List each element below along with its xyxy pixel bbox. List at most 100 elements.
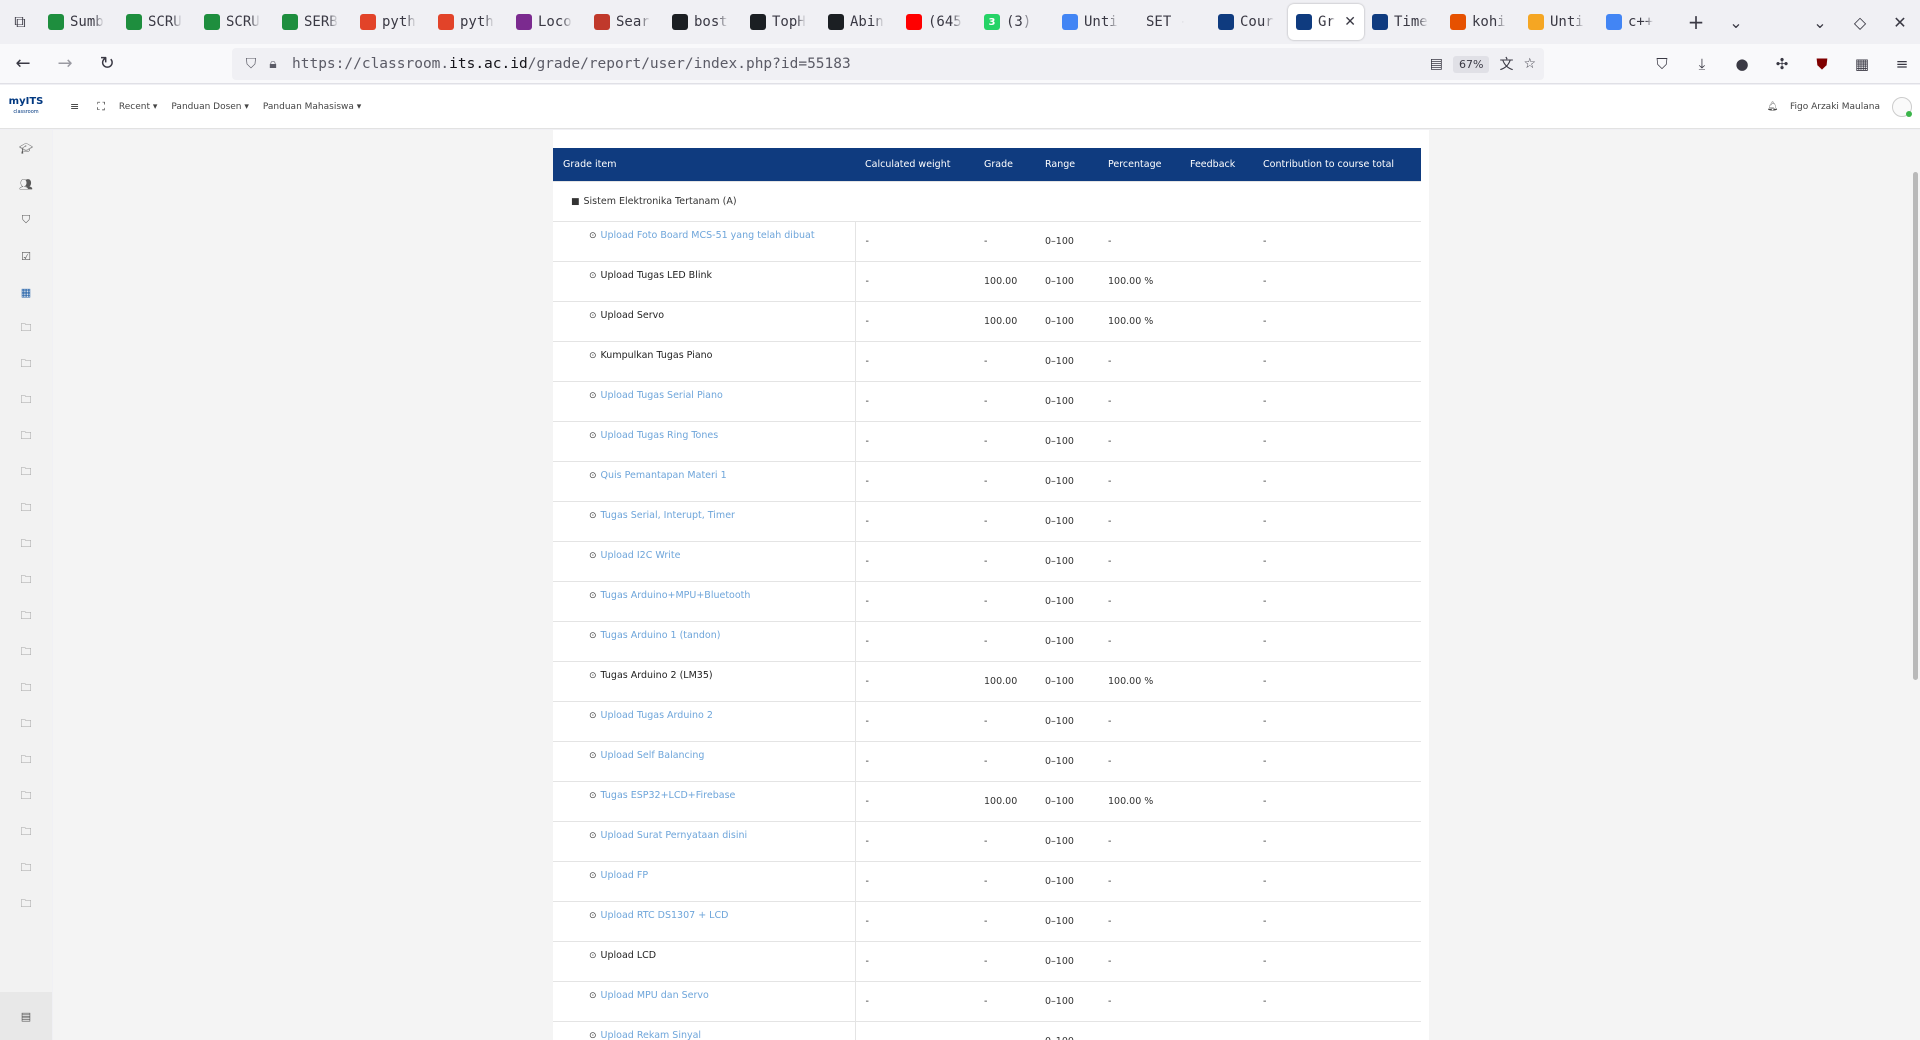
menu-panduan-dosen[interactable]: Panduan Dosen ▾ xyxy=(171,102,248,112)
grade-item-link[interactable]: Upload MPU dan Servo xyxy=(601,990,709,1001)
folder-icon[interactable]: 🗀 xyxy=(0,742,52,778)
folder-icon[interactable]: 🗀 xyxy=(0,454,52,490)
browser-tab[interactable]: Unti xyxy=(1054,4,1132,40)
lock-icon[interactable]: 🔒︎ xyxy=(262,56,284,72)
folder-icon[interactable]: 🗀 xyxy=(0,886,52,922)
menu-recent[interactable]: Recent ▾ xyxy=(119,102,157,112)
zoom-level[interactable]: 67% xyxy=(1452,55,1490,73)
drawer-toggle-icon[interactable]: ≡ xyxy=(70,100,79,113)
browser-tab[interactable]: Abin xyxy=(820,4,898,40)
browser-tab[interactable]: (645 xyxy=(898,4,976,40)
browser-tab[interactable]: pyth xyxy=(430,4,508,40)
browser-tab[interactable]: Gr ✕ xyxy=(1288,4,1364,40)
browser-tab[interactable]: Cour xyxy=(1210,4,1288,40)
assignment-icon: ⊙ xyxy=(589,310,597,321)
new-tab-icon[interactable]: + xyxy=(1676,0,1716,44)
shield-icon[interactable]: ⛉ xyxy=(240,56,262,72)
grade-item-link[interactable]: Quis Pemantapan Materi 1 xyxy=(601,470,727,481)
browser-tab[interactable]: Unti xyxy=(1520,4,1598,40)
notification-bell-icon[interactable]: 🔔︎ xyxy=(1767,102,1778,112)
grade-item-link[interactable]: Tugas Serial, Interupt, Timer xyxy=(601,510,735,521)
folder-icon[interactable]: 🗀 xyxy=(0,706,52,742)
participants-icon[interactable]: 👥︎ xyxy=(0,166,52,202)
browser-tab[interactable]: SCRU xyxy=(118,4,196,40)
grades-icon[interactable]: ▦ xyxy=(0,274,52,310)
grade-item-link[interactable]: Tugas Arduino+MPU+Bluetooth xyxy=(601,590,751,601)
browser-tab[interactable]: bost xyxy=(664,4,742,40)
extensions-icon[interactable]: ✣ xyxy=(1764,48,1800,80)
reader-view-icon[interactable]: ▤ xyxy=(1430,56,1443,72)
grade-item-link[interactable]: Tugas Arduino 1 (tandon) xyxy=(601,630,721,641)
grade-item-link[interactable]: Tugas ESP32+LCD+Firebase xyxy=(601,790,736,801)
browser-tab[interactable]: pyth xyxy=(352,4,430,40)
browser-tab[interactable]: Loco xyxy=(508,4,586,40)
grade-item-link[interactable]: Upload Surat Pernyataan disini xyxy=(601,830,748,841)
reload-icon[interactable]: ↻ xyxy=(88,48,126,80)
browser-tab[interactable]: c++ xyxy=(1598,4,1676,40)
folder-icon[interactable]: 🗀 xyxy=(0,634,52,670)
browser-tab[interactable]: SET - S xyxy=(1132,4,1210,40)
grade-item-link[interactable]: Upload RTC DS1307 + LCD xyxy=(601,910,729,921)
folder-icon[interactable]: 🗀 xyxy=(0,670,52,706)
bookmark-star-icon[interactable]: ☆ xyxy=(1523,56,1536,72)
folder-icon[interactable]: 🗀 xyxy=(0,778,52,814)
dashboard-icon[interactable]: ▤ xyxy=(0,992,52,1040)
forward-icon[interactable]: → xyxy=(46,48,84,80)
grade-item-link[interactable]: Upload Foto Board MCS-51 yang telah dibu… xyxy=(601,230,815,241)
tab-overview-icon[interactable]: ⧉ xyxy=(0,0,40,44)
course-icon[interactable]: 🎓︎ xyxy=(0,130,52,166)
menu-icon[interactable]: ≡ xyxy=(1884,48,1920,80)
folder-icon[interactable]: 🗀 xyxy=(0,310,52,346)
grade-item-link[interactable]: Upload Tugas Serial Piano xyxy=(601,390,723,401)
browser-tab[interactable]: Sear xyxy=(586,4,664,40)
grade-item-link[interactable]: Upload FP xyxy=(601,870,649,881)
download-icon[interactable]: ⤓ xyxy=(1684,48,1720,80)
app-logo[interactable]: myITS classroom xyxy=(0,96,52,117)
translate-icon[interactable]: 文 xyxy=(1499,54,1513,74)
grade-item-link[interactable]: Upload Self Balancing xyxy=(601,750,705,761)
avatar[interactable] xyxy=(1892,96,1912,117)
browser-tab[interactable]: kohi xyxy=(1442,4,1520,40)
browser-tab[interactable]: 3 (3) xyxy=(976,4,1054,40)
competencies-icon[interactable]: ☑ xyxy=(0,238,52,274)
url-bar[interactable]: ⛉ 🔒︎ https://classroom.its.ac.id/grade/r… xyxy=(232,48,1544,80)
close-tab-icon[interactable]: ✕ xyxy=(1344,14,1356,30)
browser-tab[interactable]: SERB xyxy=(274,4,352,40)
back-icon[interactable]: ← xyxy=(4,48,42,80)
folder-icon[interactable]: 🗀 xyxy=(0,418,52,454)
profile-icon[interactable]: ● xyxy=(1724,48,1760,80)
user-name[interactable]: Figo Arzaki Maulana xyxy=(1790,102,1880,112)
page-scrollbar[interactable] xyxy=(1912,130,1920,1040)
grade-item-link[interactable]: Upload Rekam Sinyal xyxy=(601,1030,702,1040)
badges-icon[interactable]: ⛉ xyxy=(0,202,52,238)
browser-tab[interactable]: Sumb xyxy=(40,4,118,40)
grade-cell: - xyxy=(974,900,1035,941)
folder-icon[interactable]: 🗀 xyxy=(0,850,52,886)
qr-extension-icon[interactable]: ▦ xyxy=(1844,48,1880,80)
restore-icon[interactable]: ◇ xyxy=(1840,0,1880,44)
grade-item-link[interactable]: Upload I2C Write xyxy=(601,550,681,561)
minimize-icon[interactable]: ⌄ xyxy=(1800,0,1840,44)
folder-icon[interactable]: 🗀 xyxy=(0,490,52,526)
url-text[interactable]: https://classroom.its.ac.id/grade/report… xyxy=(292,56,851,72)
browser-tab[interactable]: Time xyxy=(1364,4,1442,40)
browser-tab[interactable]: TopH xyxy=(742,4,820,40)
grade-item-link[interactable]: Upload Tugas Ring Tones xyxy=(601,430,719,441)
pocket-icon[interactable]: ⛉ xyxy=(1644,48,1680,80)
percentage-cell: - xyxy=(1098,980,1180,1021)
grade-item-link[interactable]: Upload Tugas Arduino 2 xyxy=(601,710,713,721)
close-window-icon[interactable]: ✕ xyxy=(1880,0,1920,44)
browser-tab[interactable]: SCRU xyxy=(196,4,274,40)
folder-icon[interactable]: 🗀 xyxy=(0,562,52,598)
ublock-icon[interactable]: ⛊ xyxy=(1804,48,1840,80)
folder-icon[interactable]: 🗀 xyxy=(0,346,52,382)
chevron-down-icon[interactable]: ⌄ xyxy=(1716,0,1756,44)
scrollbar-thumb[interactable] xyxy=(1913,172,1918,680)
folder-icon[interactable]: 🗀 xyxy=(0,814,52,850)
grade-cell: - xyxy=(974,700,1035,741)
folder-icon[interactable]: 🗀 xyxy=(0,598,52,634)
folder-icon[interactable]: 🗀 xyxy=(0,382,52,418)
fullscreen-icon[interactable]: ⛶ xyxy=(97,100,105,114)
folder-icon[interactable]: 🗀 xyxy=(0,526,52,562)
menu-panduan-mahasiswa[interactable]: Panduan Mahasiswa ▾ xyxy=(263,102,361,112)
